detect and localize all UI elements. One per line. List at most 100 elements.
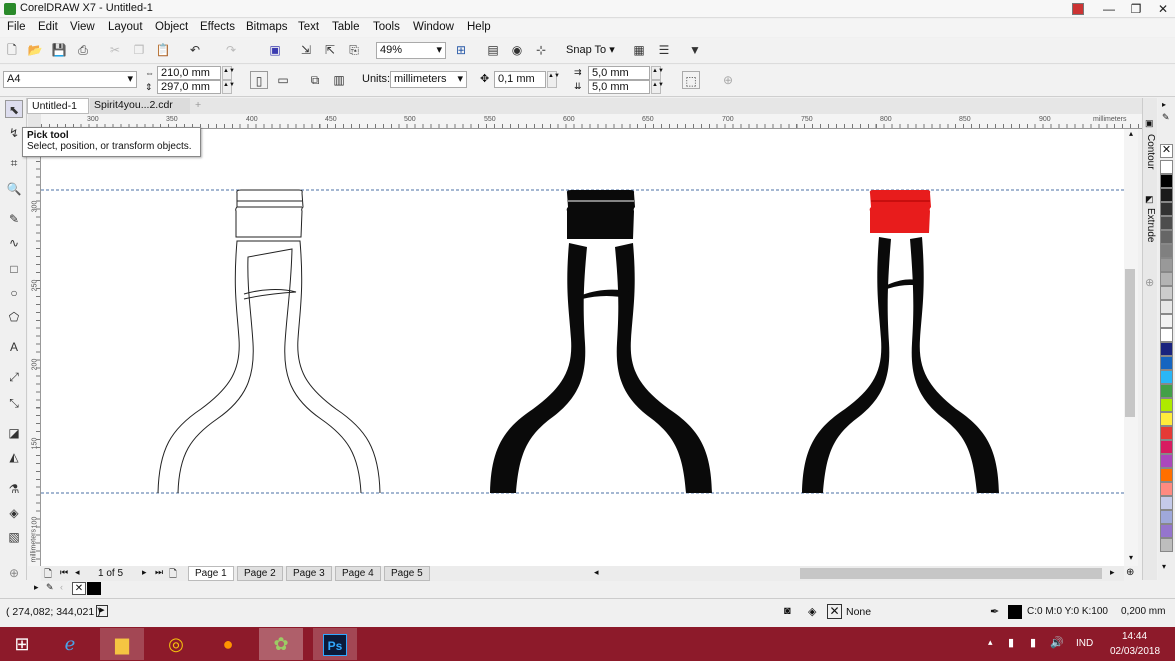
freehand-tool-icon[interactable]: ✎: [5, 210, 23, 228]
publish-pdf-icon[interactable]: ⎘: [345, 41, 363, 59]
menu-layout[interactable]: Layout: [108, 21, 143, 33]
color-swatch[interactable]: [1160, 230, 1173, 244]
drawing-canvas[interactable]: [41, 129, 1124, 566]
doc-tab-spirit4you[interactable]: Spirit4you...2.cdr: [90, 98, 190, 114]
chrome-icon[interactable]: ◎: [154, 628, 198, 660]
all-pages-icon[interactable]: ⧉: [306, 71, 324, 89]
add-icon[interactable]: ⊕: [719, 71, 737, 89]
duplicate-x-input[interactable]: 5,0 mm: [588, 66, 650, 80]
color-swatch[interactable]: [1160, 496, 1173, 510]
page-width-input[interactable]: 210,0 mm: [157, 66, 221, 80]
vertical-scrollbar[interactable]: ▴ ▾: [1124, 129, 1138, 566]
nudge-distance-input[interactable]: 0,1 mm: [494, 71, 546, 88]
snap-to-dropdown[interactable]: Snap To ▾: [566, 43, 615, 56]
new-icon[interactable]: 🗋: [3, 41, 21, 59]
outline-pen-icon[interactable]: ✒: [990, 605, 999, 618]
add-docker-icon[interactable]: ⊕: [1145, 276, 1154, 289]
color-swatch[interactable]: [1160, 398, 1173, 412]
full-screen-icon[interactable]: ▤: [484, 41, 502, 59]
color-swatch[interactable]: [1160, 272, 1173, 286]
menu-object[interactable]: Object: [155, 21, 188, 33]
treat-as-filled-icon[interactable]: ⬚: [682, 71, 700, 89]
page-tab-4[interactable]: Page 4: [335, 566, 381, 581]
next-page-icon[interactable]: ▸: [142, 567, 147, 578]
polygon-tool-icon[interactable]: ⬠: [5, 308, 23, 326]
zoom-tool-icon[interactable]: 🔍: [5, 180, 23, 198]
height-spinner[interactable]: ▲▼: [222, 80, 235, 94]
page-tab-3[interactable]: Page 3: [286, 566, 332, 581]
color-swatch[interactable]: [1160, 524, 1173, 538]
minimize-button[interactable]: —: [1096, 0, 1122, 18]
navigator-icon[interactable]: ⊕: [1126, 567, 1134, 578]
color-swatch[interactable]: [1160, 300, 1173, 314]
color-swatch[interactable]: [1160, 482, 1173, 496]
color-swatch[interactable]: [1160, 510, 1173, 524]
color-swatch[interactable]: [1160, 538, 1173, 552]
start-icon[interactable]: ⊞: [0, 628, 44, 660]
vertical-ruler[interactable]: 300 250 200 150 100 millimeters: [28, 129, 41, 566]
bottle-red-cap[interactable]: [802, 190, 999, 493]
doc-black-swatch[interactable]: [87, 582, 101, 595]
page-size-select[interactable]: A4 ▾: [3, 71, 137, 88]
color-swatch[interactable]: [1160, 370, 1173, 384]
menu-help[interactable]: Help: [467, 21, 491, 33]
page-tab-1[interactable]: Page 1: [188, 566, 234, 581]
clock-time[interactable]: 14:44: [1122, 631, 1147, 642]
clock-date[interactable]: 02/03/2018: [1110, 646, 1160, 657]
menu-bitmaps[interactable]: Bitmaps: [246, 21, 288, 33]
welcome-screen-icon[interactable]: ▼: [686, 41, 704, 59]
color-swatch[interactable]: [1160, 314, 1173, 328]
show-rulers-icon[interactable]: ◉: [508, 41, 526, 59]
color-swatch[interactable]: [1160, 454, 1173, 468]
color-swatch[interactable]: [1160, 216, 1173, 230]
color-swatch[interactable]: [1160, 160, 1173, 174]
color-swatch[interactable]: [1160, 202, 1173, 216]
nudge-spinner[interactable]: ▲▼: [547, 71, 560, 88]
horizontal-ruler[interactable]: 300 350 400 450 500 550 600 650 700 750 …: [41, 114, 1142, 129]
add-tool-icon[interactable]: ⊕: [5, 564, 23, 582]
color-swatch[interactable]: [1160, 174, 1173, 188]
last-page-icon[interactable]: ⏭: [155, 567, 163, 578]
color-eyedropper-tool-icon[interactable]: ⚗: [5, 480, 23, 498]
undo-icon[interactable]: ↶: [186, 41, 204, 59]
pick-tool-icon[interactable]: ⬉: [5, 100, 23, 118]
page-tab-2[interactable]: Page 2: [237, 566, 283, 581]
width-spinner[interactable]: ▲▼: [222, 66, 235, 80]
palette-eyedropper-icon[interactable]: ✎: [1162, 112, 1170, 123]
palette-scroll-down-icon[interactable]: ▾: [1162, 562, 1166, 571]
first-page-icon[interactable]: ⏮: [60, 567, 68, 578]
rectangle-tool-icon[interactable]: □: [5, 260, 23, 278]
duplicate-y-spinner[interactable]: ▲▼: [651, 80, 664, 94]
menu-tools[interactable]: Tools: [373, 21, 400, 33]
shape-tool-icon[interactable]: ↯: [5, 124, 23, 142]
palette-scroll-up-icon[interactable]: ▸: [1162, 100, 1166, 109]
menu-effects[interactable]: Effects: [200, 21, 235, 33]
paste-icon[interactable]: 📋: [154, 41, 172, 59]
application-launcher-icon[interactable]: ☰: [655, 41, 673, 59]
menu-file[interactable]: File: [7, 21, 26, 33]
menu-edit[interactable]: Edit: [38, 21, 58, 33]
open-icon[interactable]: 📂: [26, 41, 44, 59]
volume-icon[interactable]: 🔊: [1050, 636, 1064, 649]
zoom-fit-icon[interactable]: ⊞: [452, 41, 470, 59]
transparency-tool-icon[interactable]: ◭: [5, 448, 23, 466]
smart-fill-tool-icon[interactable]: ▧: [5, 528, 23, 546]
docker-tab-icon[interactable]: ▣: [1145, 118, 1154, 129]
duplicate-x-spinner[interactable]: ▲▼: [651, 66, 664, 80]
cut-icon[interactable]: ✂: [106, 41, 124, 59]
bottle-outline[interactable]: [157, 189, 381, 494]
color-swatch[interactable]: [1160, 258, 1173, 272]
coreldraw-taskbar-icon[interactable]: ✿: [259, 628, 303, 660]
user-icon[interactable]: [1072, 3, 1084, 15]
scroll-up-icon[interactable]: ▴: [1125, 129, 1137, 141]
artistic-media-tool-icon[interactable]: ∿: [5, 234, 23, 252]
options-icon[interactable]: ▦: [630, 41, 648, 59]
color-swatch[interactable]: [1160, 440, 1173, 454]
show-grid-icon[interactable]: ⊹: [532, 41, 550, 59]
no-color-swatch[interactable]: ✕: [1160, 144, 1173, 158]
interactive-fill-tool-icon[interactable]: ◈: [5, 504, 23, 522]
copy-icon[interactable]: ❐: [130, 41, 148, 59]
play-icon[interactable]: ▶: [96, 605, 108, 617]
previous-page-icon[interactable]: ◂: [75, 567, 80, 578]
menu-view[interactable]: View: [70, 21, 95, 33]
